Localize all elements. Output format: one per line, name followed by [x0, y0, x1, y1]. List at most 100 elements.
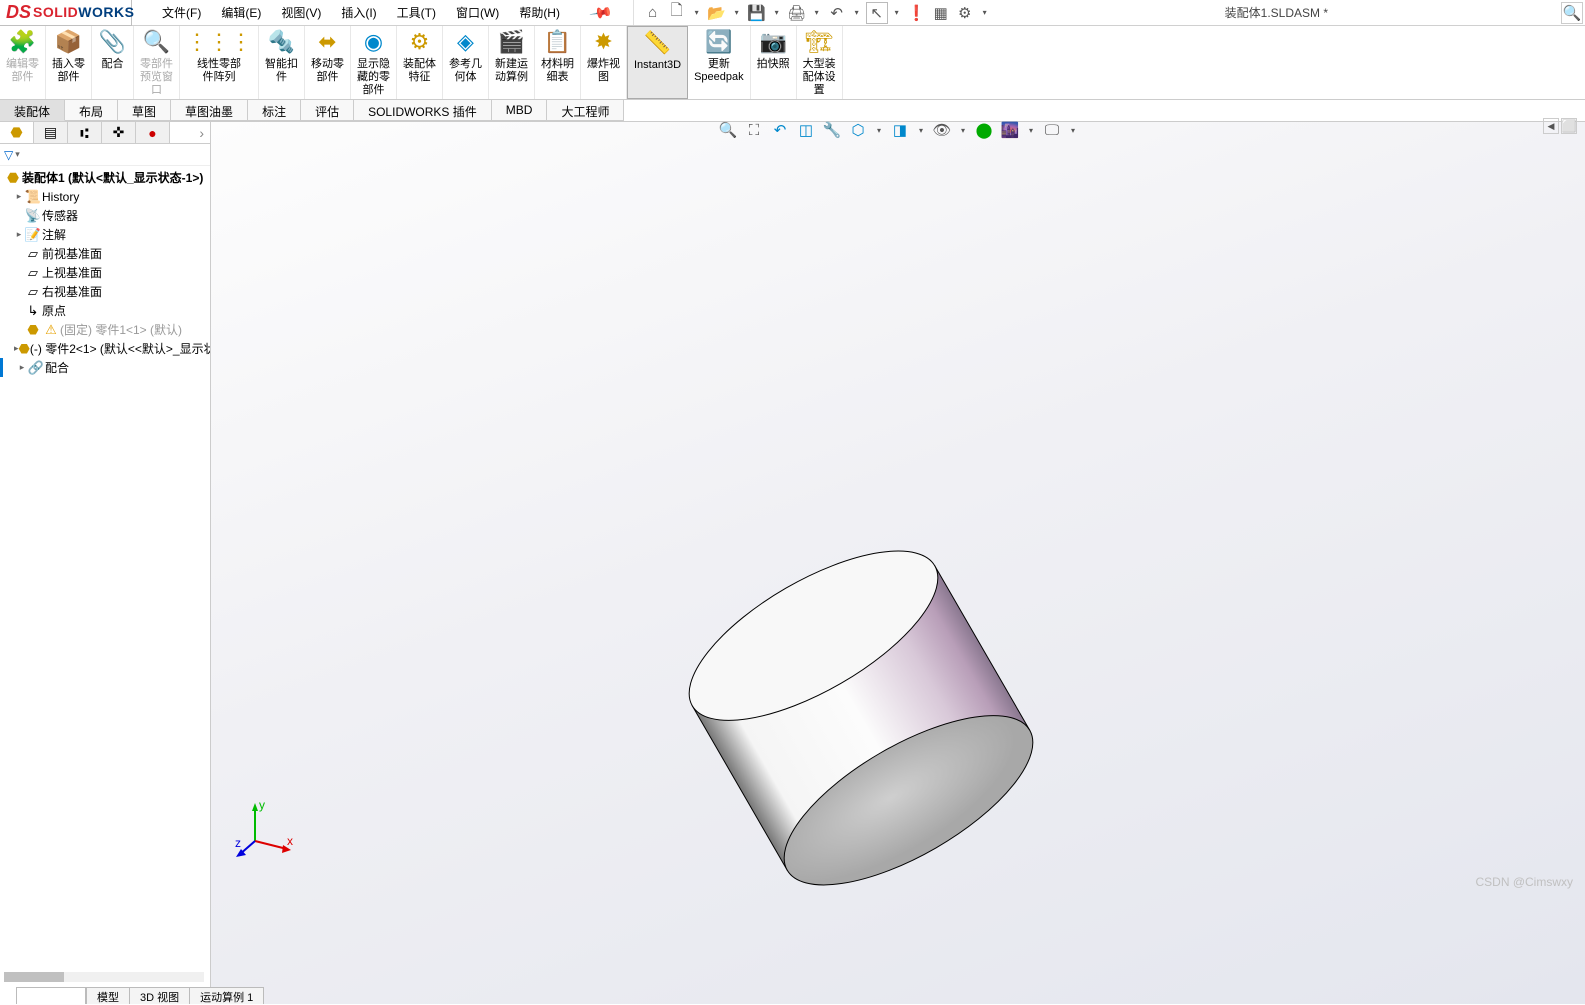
menu-help[interactable]: 帮助(H): [509, 4, 570, 21]
cmd-exploded-view[interactable]: ✸爆炸视 图: [581, 26, 627, 99]
view-settings-dd[interactable]: ▾: [1067, 120, 1079, 140]
zoom-fit-icon[interactable]: 🔍: [717, 120, 739, 140]
zoom-area-icon[interactable]: ⛶: [743, 120, 765, 140]
tree-sensors[interactable]: 📡传感器: [0, 206, 210, 225]
tree-top-plane[interactable]: ▱上视基准面: [0, 263, 210, 282]
axis-x-label: x: [287, 834, 293, 848]
tree-right-plane[interactable]: ▱右视基准面: [0, 282, 210, 301]
print-dropdown[interactable]: ▾: [810, 2, 824, 24]
scene-icon[interactable]: 🌆: [999, 120, 1021, 140]
panel-tab-dimxpert[interactable]: ✜: [102, 122, 136, 143]
view-orientation-icon[interactable]: ⬡: [847, 120, 869, 140]
app-logo: DS SOLIDWORKS: [0, 0, 132, 26]
tree-filter[interactable]: ▽▾: [0, 144, 210, 166]
scene-dd[interactable]: ▾: [1025, 120, 1037, 140]
cmd-large-assembly[interactable]: 🏗大型装 配体设 置: [797, 26, 843, 99]
hide-show-dd[interactable]: ▾: [957, 120, 969, 140]
panel-tab-property[interactable]: ▤: [34, 122, 68, 143]
dynamic-section-icon[interactable]: 🔧: [821, 120, 843, 140]
menu-view[interactable]: 视图(V): [271, 4, 331, 21]
select-dropdown[interactable]: ▾: [890, 2, 904, 24]
tree-annotations[interactable]: ▸📝注解: [0, 225, 210, 244]
panel-expand[interactable]: ›: [170, 122, 210, 143]
collapse-left-icon[interactable]: ◀: [1543, 118, 1559, 134]
cmd-bom[interactable]: 📋材料明 细表: [535, 26, 581, 99]
tab-mbd[interactable]: MBD: [492, 100, 548, 121]
search-icon[interactable]: 🔍: [1561, 2, 1583, 24]
display-style-icon[interactable]: ◨: [889, 120, 911, 140]
cmd-mate[interactable]: 📎配合: [92, 26, 134, 99]
bom-icon: 📋: [544, 28, 571, 56]
home-icon[interactable]: ⌂: [642, 2, 664, 24]
tree-history[interactable]: ▸📜History: [0, 187, 210, 206]
print-icon[interactable]: 🖨: [786, 2, 808, 24]
settings-dropdown[interactable]: ▾: [978, 2, 992, 24]
tree-front-plane[interactable]: ▱前视基准面: [0, 244, 210, 263]
cmd-insert-component[interactable]: 📦插入零 部件: [46, 26, 92, 99]
cmd-assembly-features[interactable]: ⚙装配体 特征: [397, 26, 443, 99]
cmd-edit-component[interactable]: 🧩编辑零 部件: [0, 26, 46, 99]
settings-icon[interactable]: ⚙: [954, 2, 976, 24]
hide-show-icon[interactable]: 👁: [931, 120, 953, 140]
ds-logo-icon: DS: [6, 2, 31, 23]
btab-model[interactable]: 模型: [86, 987, 130, 1004]
new-icon[interactable]: 🗋: [666, 2, 688, 24]
cmd-motion-study[interactable]: 🎬新建运 动算例: [489, 26, 535, 99]
cmd-instant3d[interactable]: 📏Instant3D: [627, 26, 688, 99]
cmd-move-component[interactable]: ⬌移动零 部件: [305, 26, 351, 99]
tree-part2[interactable]: ▸⬣(-) 零件2<1> (默认<<默认>_显示状: [0, 339, 210, 358]
cmd-smart-fasteners[interactable]: 🔩智能扣 件: [259, 26, 305, 99]
orientation-triad[interactable]: y x z: [235, 799, 295, 859]
panel-scrollbar[interactable]: [4, 972, 204, 982]
cmd-reference-geom[interactable]: ◈参考几 何体: [443, 26, 489, 99]
watermark: CSDN @Cimswxy: [1475, 875, 1573, 889]
view-orient-dd[interactable]: ▾: [873, 120, 885, 140]
section-view-icon[interactable]: ◫: [795, 120, 817, 140]
model-cylinder[interactable]: [631, 477, 1061, 907]
tab-annotate[interactable]: 标注: [248, 100, 301, 121]
open-dropdown[interactable]: ▾: [730, 2, 744, 24]
open-icon[interactable]: 📂: [706, 2, 728, 24]
panel-tab-config[interactable]: ⑆: [68, 122, 102, 143]
view-settings-icon[interactable]: 🖵: [1041, 120, 1063, 140]
rebuild-icon[interactable]: ❗: [906, 2, 928, 24]
menu-edit[interactable]: 编辑(E): [211, 4, 271, 21]
tab-addins[interactable]: SOLIDWORKS 插件: [354, 100, 492, 121]
panel-tab-feature[interactable]: ⬣: [0, 122, 34, 143]
tab-engineer[interactable]: 大工程师: [547, 100, 624, 121]
menu-tools[interactable]: 工具(T): [387, 4, 446, 21]
cmd-preview-window[interactable]: 🔍零部件 预览窗 口: [134, 26, 180, 99]
menu-file[interactable]: 文件(F): [152, 4, 211, 21]
cmd-show-hidden[interactable]: ◉显示隐 藏的零 部件: [351, 26, 397, 99]
maximize-icon[interactable]: ⬜: [1561, 118, 1577, 134]
cmd-linear-pattern[interactable]: ⋮⋮⋮线性零部 件阵列: [180, 26, 259, 99]
quick-access-toolbar: ⌂ 🗋▾ 📂▾ 💾▾ 🖨▾ ↶▾ ↖▾ ❗ ▦ ⚙▾: [633, 0, 992, 25]
tab-evaluate[interactable]: 评估: [301, 100, 354, 121]
btab-motion[interactable]: 运动算例 1: [189, 987, 264, 1004]
undo-dropdown[interactable]: ▾: [850, 2, 864, 24]
tree-origin[interactable]: ↳原点: [0, 301, 210, 320]
tab-sketch[interactable]: 草图: [118, 100, 171, 121]
tab-assembly[interactable]: 装配体: [0, 100, 65, 121]
prev-view-icon[interactable]: ↶: [769, 120, 791, 140]
menu-insert[interactable]: 插入(I): [331, 4, 386, 21]
tree-part1[interactable]: ⬣⚠(固定) 零件1<1> (默认): [0, 320, 210, 339]
appearance-icon[interactable]: ⬤: [973, 120, 995, 140]
tab-sketch-ink[interactable]: 草图油墨: [171, 100, 248, 121]
tab-layout[interactable]: 布局: [65, 100, 118, 121]
options-icon[interactable]: ▦: [930, 2, 952, 24]
undo-icon[interactable]: ↶: [826, 2, 848, 24]
panel-tab-display[interactable]: ●: [136, 122, 170, 143]
select-icon[interactable]: ↖: [866, 2, 888, 24]
tree-root[interactable]: ⬣装配体1 (默认<默认_显示状态-1>): [0, 168, 210, 187]
cmd-snapshot[interactable]: 📷拍快照: [751, 26, 797, 99]
save-dropdown[interactable]: ▾: [770, 2, 784, 24]
btab-3dview[interactable]: 3D 视图: [129, 987, 190, 1004]
menu-window[interactable]: 窗口(W): [446, 4, 509, 21]
tree-mates[interactable]: ▸🔗配合: [0, 358, 210, 377]
new-dropdown[interactable]: ▾: [690, 2, 704, 24]
graphics-viewport[interactable]: 🔍 ⛶ ↶ ◫ 🔧 ⬡▾ ◨▾ 👁▾ ⬤ 🌆▾ 🖵▾ ◀ ⬜: [211, 122, 1585, 1004]
cmd-update-speedpak[interactable]: 🔄更新 Speedpak: [688, 26, 751, 99]
display-style-dd[interactable]: ▾: [915, 120, 927, 140]
save-icon[interactable]: 💾: [746, 2, 768, 24]
